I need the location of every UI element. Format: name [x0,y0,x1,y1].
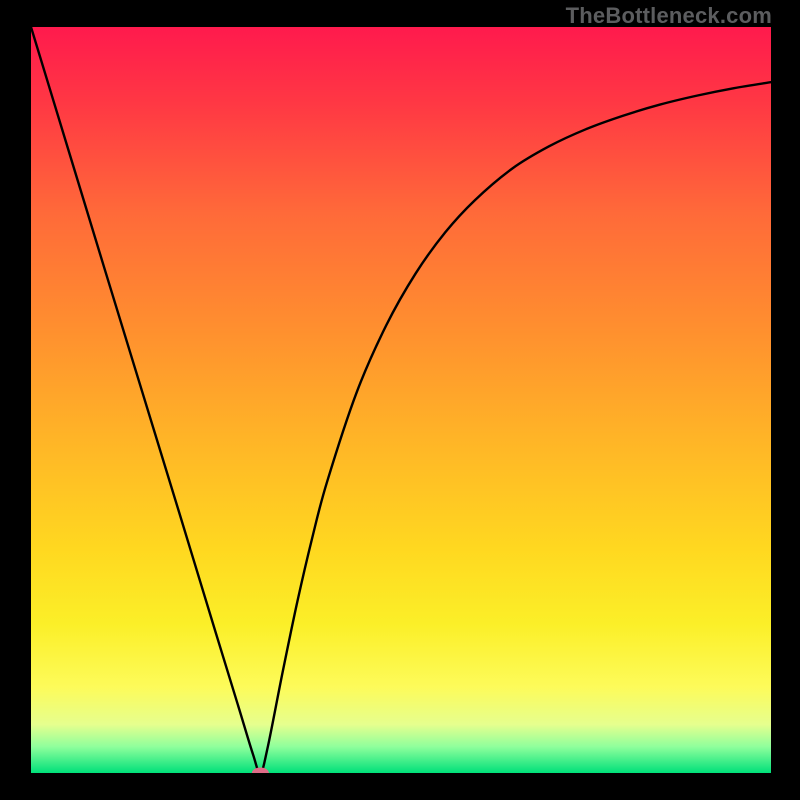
watermark-text: TheBottleneck.com [566,3,772,29]
chart-frame: TheBottleneck.com [0,0,800,800]
bottleneck-chart [31,27,771,773]
plot-area [31,27,771,773]
gradient-background [31,27,771,773]
